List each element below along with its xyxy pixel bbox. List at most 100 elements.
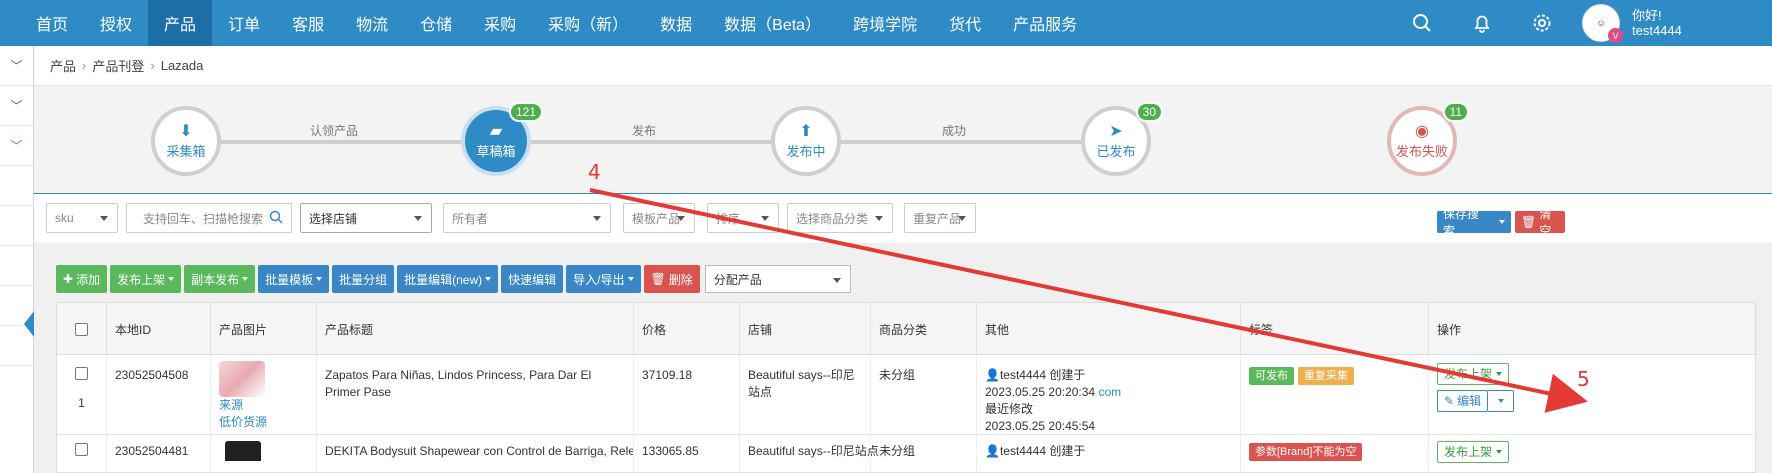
low-price-source-link[interactable]: 低价货源 <box>219 414 308 431</box>
step-collect-box[interactable]: ⬇ 采集箱 <box>151 106 221 176</box>
duplicate-filter[interactable]: 重复产品 <box>904 203 976 233</box>
col-price[interactable]: 价格 <box>634 303 740 355</box>
created-time: 2023.05.25 20:20:34 <box>985 385 1096 399</box>
assign-product-select[interactable]: 分配产品 <box>704 265 851 293</box>
quick-edit-label: 快速编辑 <box>508 272 557 287</box>
batch-template-button[interactable]: 批量模板 <box>258 265 330 293</box>
step-label: 发布中 <box>786 143 826 159</box>
row-other: 👤test4444 创建于 2023.05.25 20:20:34 com 最近… <box>977 355 1241 435</box>
clear-button[interactable]: 🗑 清空 <box>1515 207 1565 238</box>
template-filter-label: 模板产品 <box>632 211 681 226</box>
caret-down-icon <box>832 278 841 283</box>
owner-select[interactable]: 所有者 <box>443 203 611 233</box>
delete-label: 删除 <box>668 272 693 287</box>
sidebar-item[interactable] <box>0 326 33 366</box>
select-all-checkbox[interactable] <box>75 322 88 336</box>
sidebar-item[interactable] <box>0 206 33 246</box>
nav-data[interactable]: 数据 <box>644 0 708 46</box>
quick-edit-button[interactable]: 快速编辑 <box>501 265 564 293</box>
template-filter[interactable]: 模板产品 <box>623 203 695 233</box>
nav-warehouse[interactable]: 仓储 <box>404 0 468 46</box>
row-title[interactable]: Zapatos Para Niñas, Lindos Princess, Par… <box>317 355 634 435</box>
source-link[interactable]: 来源 <box>219 397 308 414</box>
sidebar-toggle-3[interactable]: ﹀ <box>0 126 33 166</box>
caret-down-icon <box>958 216 966 221</box>
row-select-cell <box>57 435 107 473</box>
copy-publish-button[interactable]: 副本发布 <box>184 265 256 293</box>
breadcrumb-item[interactable]: 产品 <box>50 56 76 75</box>
col-tags: 标签 <box>1241 303 1429 355</box>
import-export-button[interactable]: 导入/导出 <box>566 265 641 293</box>
nav-orders[interactable]: 订单 <box>212 0 276 46</box>
store-select[interactable]: 选择店铺 <box>300 203 432 233</box>
search-placeholder: 支持回车、扫描枪搜索 <box>143 211 264 226</box>
sku-select[interactable]: sku <box>46 203 118 233</box>
search-input[interactable]: 支持回车、扫描枪搜索 <box>126 203 292 233</box>
row-publish-label: 发布上架 <box>1444 444 1493 459</box>
product-thumbnail[interactable] <box>219 361 265 397</box>
chevron-down-icon: ﹀ <box>10 59 23 73</box>
col-local-id[interactable]: 本地ID <box>107 303 211 355</box>
nav-logistics[interactable]: 物流 <box>340 0 404 46</box>
batch-edit-button[interactable]: 批量编辑(new) <box>397 265 499 293</box>
sidebar-toggle-1[interactable]: ﹀ <box>0 46 33 86</box>
sidebar-toggle-2[interactable]: ﹀ <box>0 86 33 126</box>
batch-group-label: 批量分组 <box>339 272 388 287</box>
row-edit-button[interactable]: ✎ 编辑 <box>1437 390 1489 412</box>
step-connector <box>828 140 1118 144</box>
add-button[interactable]: ✚ 添加 <box>56 265 108 293</box>
row-title[interactable]: DEKITA Bodysuit Shapewear con Control de… <box>317 435 634 473</box>
category-select[interactable]: 选择商品分类 <box>787 203 893 233</box>
search-icon[interactable] <box>269 210 283 227</box>
created-link[interactable]: com <box>1098 385 1121 399</box>
nav-service[interactable]: 客服 <box>276 0 340 46</box>
category-select-label: 选择商品分类 <box>796 211 869 226</box>
filter-bar: sku 支持回车、扫描枪搜索 选择店铺 所有者 模板产品 排序 选择商品分类 重… <box>34 194 1772 244</box>
col-category: 商品分类 <box>871 303 977 355</box>
batch-group-button[interactable]: 批量分组 <box>332 265 395 293</box>
row-store: Beautiful says--印尼站点 <box>740 435 879 473</box>
nav-data-beta[interactable]: 数据（Beta） <box>708 0 837 46</box>
product-thumbnail[interactable] <box>225 441 261 461</box>
step-publish-failed[interactable]: ◉ 发布失败 11 <box>1387 102 1469 176</box>
nav-products[interactable]: 产品 <box>148 0 213 46</box>
breadcrumb-item[interactable]: 产品刊登 <box>92 56 144 75</box>
row-other: 👤test4444 创建于 <box>977 435 1241 473</box>
avatar-image-icon: ☺ <box>1596 18 1606 28</box>
assign-select-value: 分配产品 <box>713 272 762 287</box>
gear-icon[interactable] <box>1512 0 1572 46</box>
nav-academy[interactable]: 跨境学院 <box>837 0 933 46</box>
bell-icon[interactable] <box>1452 0 1512 46</box>
step-drafts[interactable]: ▰ 草稿箱 121 <box>461 102 543 176</box>
transition-label: 成功 <box>941 124 967 138</box>
user-menu[interactable]: ☺ V 你好! test4444 <box>1572 0 1772 46</box>
row-checkbox[interactable] <box>75 367 88 380</box>
row-actions: 发布上架 ✎ 编辑 <box>1429 355 1757 435</box>
row-edit-dropdown[interactable] <box>1488 390 1515 412</box>
row-publish-button[interactable]: 发布上架 <box>1437 363 1510 385</box>
sort-select[interactable]: 排序 <box>707 203 779 233</box>
error-badge: 参数[Brand]不能为空 <box>1249 443 1363 461</box>
step-published[interactable]: ➤ 已发布 30 <box>1081 102 1163 176</box>
row-checkbox[interactable] <box>75 443 88 456</box>
nav-purchase[interactable]: 采购 <box>468 0 532 46</box>
nav-home[interactable]: 首页 <box>20 0 84 46</box>
count-badge: 30 <box>1135 102 1163 122</box>
sidebar-item[interactable] <box>0 166 33 206</box>
row-publish-button[interactable]: 发布上架 <box>1437 441 1510 463</box>
transition-label: 认领产品 <box>309 124 359 138</box>
nav-freight[interactable]: 货代 <box>933 0 997 46</box>
save-search-button[interactable]: 保存搜索 <box>1437 207 1511 238</box>
nav-product-service[interactable]: 产品服务 <box>997 0 1093 46</box>
nav-purchase-new[interactable]: 采购（新） <box>532 0 644 46</box>
caret-down-icon <box>1496 372 1503 376</box>
sidebar-item[interactable] <box>0 246 33 286</box>
nav-auth[interactable]: 授权 <box>84 0 148 46</box>
row-tags: 参数[Brand]不能为空 <box>1241 435 1429 473</box>
search-icon[interactable] <box>1392 0 1452 46</box>
step-publishing[interactable]: ⬆ 发布中 <box>771 106 841 176</box>
caret-down-icon <box>761 216 769 221</box>
delete-button[interactable]: 🗑 删除 <box>643 265 700 293</box>
eye-off-icon: ◉ <box>1415 122 1429 140</box>
publish-button[interactable]: 发布上架 <box>110 265 182 293</box>
